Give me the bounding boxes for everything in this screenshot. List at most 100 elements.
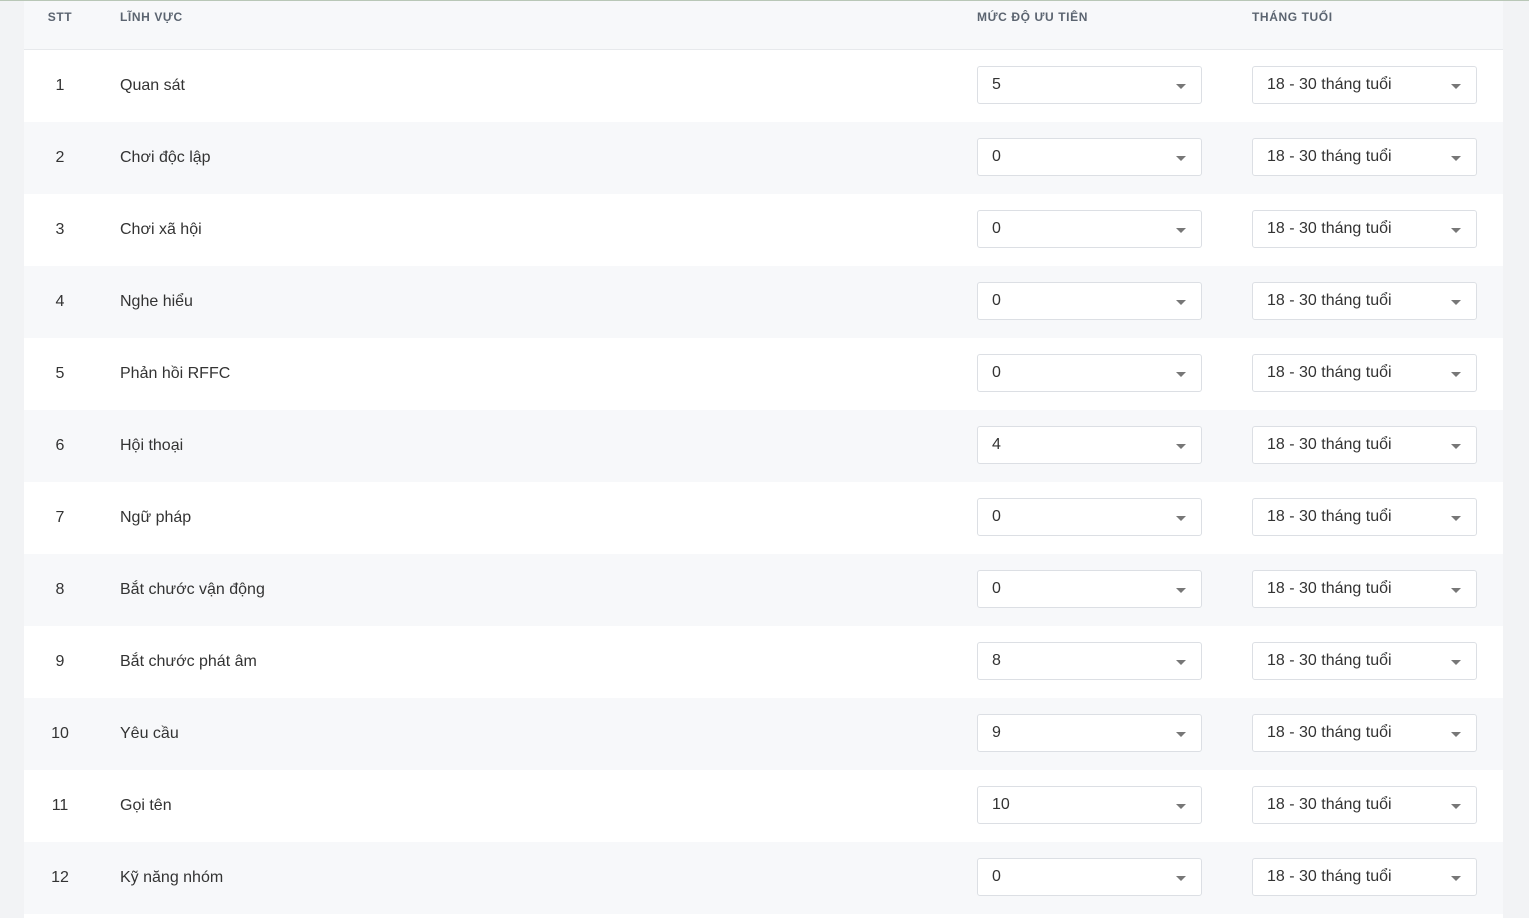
priority-select[interactable]: 0 xyxy=(977,858,1202,896)
table-row: 9 Bắt chước phát âm 8 18 - 30 tháng tuổi xyxy=(24,626,1503,698)
priority-value: 0 xyxy=(992,364,1001,381)
chevron-down-icon xyxy=(1176,156,1186,161)
row-field-name: Bắt chước phát âm xyxy=(120,653,257,670)
table-row: 8 Bắt chước vận động 0 18 - 30 tháng tuổ… xyxy=(24,554,1503,626)
table-row: 3 Chơi xã hội 0 18 - 30 tháng tuổi xyxy=(24,194,1503,266)
row-stt: 11 xyxy=(51,797,69,814)
row-stt: 2 xyxy=(55,149,65,166)
age-select[interactable]: 18 - 30 tháng tuổi xyxy=(1252,354,1477,392)
chevron-down-icon xyxy=(1176,444,1186,449)
age-select[interactable]: 18 - 30 tháng tuổi xyxy=(1252,282,1477,320)
age-select[interactable]: 18 - 30 tháng tuổi xyxy=(1252,714,1477,752)
age-value: 18 - 30 tháng tuổi xyxy=(1267,76,1392,93)
table-row: 7 Ngữ pháp 0 18 - 30 tháng tuổi xyxy=(24,482,1503,554)
chevron-down-icon xyxy=(1451,732,1461,737)
table-header: STT LĨNH VỰC MỨC ĐỘ ƯU TIÊN THÁNG TUỔI xyxy=(24,1,1503,50)
row-stt: 6 xyxy=(55,437,65,454)
row-stt: 1 xyxy=(55,77,65,94)
chevron-down-icon xyxy=(1176,876,1186,881)
row-stt: 3 xyxy=(55,221,65,238)
age-value: 18 - 30 tháng tuổi xyxy=(1267,364,1392,381)
table-row: 11 Gọi tên 10 18 - 30 tháng tuổi xyxy=(24,770,1503,842)
chevron-down-icon xyxy=(1451,228,1461,233)
chevron-down-icon xyxy=(1451,804,1461,809)
row-field-name: Hội thoại xyxy=(120,437,184,454)
header-priority: MỨC ĐỘ ƯU TIÊN xyxy=(977,10,1088,24)
age-value: 18 - 30 tháng tuổi xyxy=(1267,292,1392,309)
age-select[interactable]: 18 - 30 tháng tuổi xyxy=(1252,138,1477,176)
age-value: 18 - 30 tháng tuổi xyxy=(1267,652,1392,669)
table-row: 6 Hội thoại 4 18 - 30 tháng tuổi xyxy=(24,410,1503,482)
priority-table: STT LĨNH VỰC MỨC ĐỘ ƯU TIÊN THÁNG TUỔI 1… xyxy=(24,1,1503,918)
chevron-down-icon xyxy=(1176,84,1186,89)
table-row: 2 Chơi độc lập 0 18 - 30 tháng tuổi xyxy=(24,122,1503,194)
priority-value: 0 xyxy=(992,220,1001,237)
row-field-name: Gọi tên xyxy=(120,797,172,814)
age-value: 18 - 30 tháng tuổi xyxy=(1267,868,1392,885)
age-value: 18 - 30 tháng tuổi xyxy=(1267,724,1392,741)
header-field: LĨNH VỰC xyxy=(120,10,183,24)
priority-select[interactable]: 0 xyxy=(977,282,1202,320)
chevron-down-icon xyxy=(1451,516,1461,521)
priority-select[interactable]: 9 xyxy=(977,714,1202,752)
row-field-name: Ngữ pháp xyxy=(120,509,192,526)
priority-value: 0 xyxy=(992,148,1001,165)
priority-value: 4 xyxy=(992,436,1001,453)
priority-value: 9 xyxy=(992,724,1001,741)
chevron-down-icon xyxy=(1451,876,1461,881)
table-row: 10 Yêu cầu 9 18 - 30 tháng tuổi xyxy=(24,698,1503,770)
priority-select[interactable]: 4 xyxy=(977,426,1202,464)
age-select[interactable]: 18 - 30 tháng tuổi xyxy=(1252,642,1477,680)
chevron-down-icon xyxy=(1451,372,1461,377)
header-stt: STT xyxy=(47,10,73,24)
row-stt: 5 xyxy=(55,365,65,382)
priority-select[interactable]: 8 xyxy=(977,642,1202,680)
priority-select[interactable]: 0 xyxy=(977,498,1202,536)
row-stt: 7 xyxy=(55,509,65,526)
priority-value: 10 xyxy=(992,796,1010,813)
row-stt: 4 xyxy=(55,293,65,310)
age-select[interactable]: 18 - 30 tháng tuổi xyxy=(1252,426,1477,464)
table-row: 5 Phản hồi RFFC 0 18 - 30 tháng tuổi xyxy=(24,338,1503,410)
chevron-down-icon xyxy=(1451,156,1461,161)
age-select[interactable]: 18 - 30 tháng tuổi xyxy=(1252,786,1477,824)
table-row: 12 Kỹ năng nhóm 0 18 - 30 tháng tuổi xyxy=(24,842,1503,914)
chevron-down-icon xyxy=(1176,804,1186,809)
age-select[interactable]: 18 - 30 tháng tuổi xyxy=(1252,66,1477,104)
chevron-down-icon xyxy=(1176,300,1186,305)
priority-select[interactable]: 10 xyxy=(977,786,1202,824)
age-value: 18 - 30 tháng tuổi xyxy=(1267,580,1392,597)
priority-value: 5 xyxy=(992,76,1001,93)
priority-select[interactable]: 0 xyxy=(977,354,1202,392)
chevron-down-icon xyxy=(1176,732,1186,737)
priority-value: 0 xyxy=(992,580,1001,597)
priority-value: 0 xyxy=(992,292,1001,309)
row-field-name: Nghe hiểu xyxy=(120,293,193,310)
age-value: 18 - 30 tháng tuổi xyxy=(1267,508,1392,525)
row-stt: 9 xyxy=(55,653,65,670)
priority-select[interactable]: 0 xyxy=(977,138,1202,176)
header-age: THÁNG TUỔI xyxy=(1252,10,1333,24)
priority-value: 0 xyxy=(992,868,1001,885)
priority-select[interactable]: 5 xyxy=(977,66,1202,104)
row-field-name: Quan sát xyxy=(120,77,185,94)
chevron-down-icon xyxy=(1451,84,1461,89)
age-select[interactable]: 18 - 30 tháng tuổi xyxy=(1252,858,1477,896)
age-value: 18 - 30 tháng tuổi xyxy=(1267,436,1392,453)
row-field-name: Kỹ năng nhóm xyxy=(120,869,224,886)
row-stt: 10 xyxy=(51,725,69,742)
priority-value: 8 xyxy=(992,652,1001,669)
age-select[interactable]: 18 - 30 tháng tuổi xyxy=(1252,210,1477,248)
age-select[interactable]: 18 - 30 tháng tuổi xyxy=(1252,498,1477,536)
row-field-name: Chơi độc lập xyxy=(120,149,211,166)
chevron-down-icon xyxy=(1451,444,1461,449)
age-value: 18 - 30 tháng tuổi xyxy=(1267,220,1392,237)
chevron-down-icon xyxy=(1176,372,1186,377)
row-field-name: Bắt chước vận động xyxy=(120,581,265,598)
priority-select[interactable]: 0 xyxy=(977,570,1202,608)
chevron-down-icon xyxy=(1451,660,1461,665)
chevron-down-icon xyxy=(1451,588,1461,593)
priority-select[interactable]: 0 xyxy=(977,210,1202,248)
age-select[interactable]: 18 - 30 tháng tuổi xyxy=(1252,570,1477,608)
chevron-down-icon xyxy=(1176,516,1186,521)
